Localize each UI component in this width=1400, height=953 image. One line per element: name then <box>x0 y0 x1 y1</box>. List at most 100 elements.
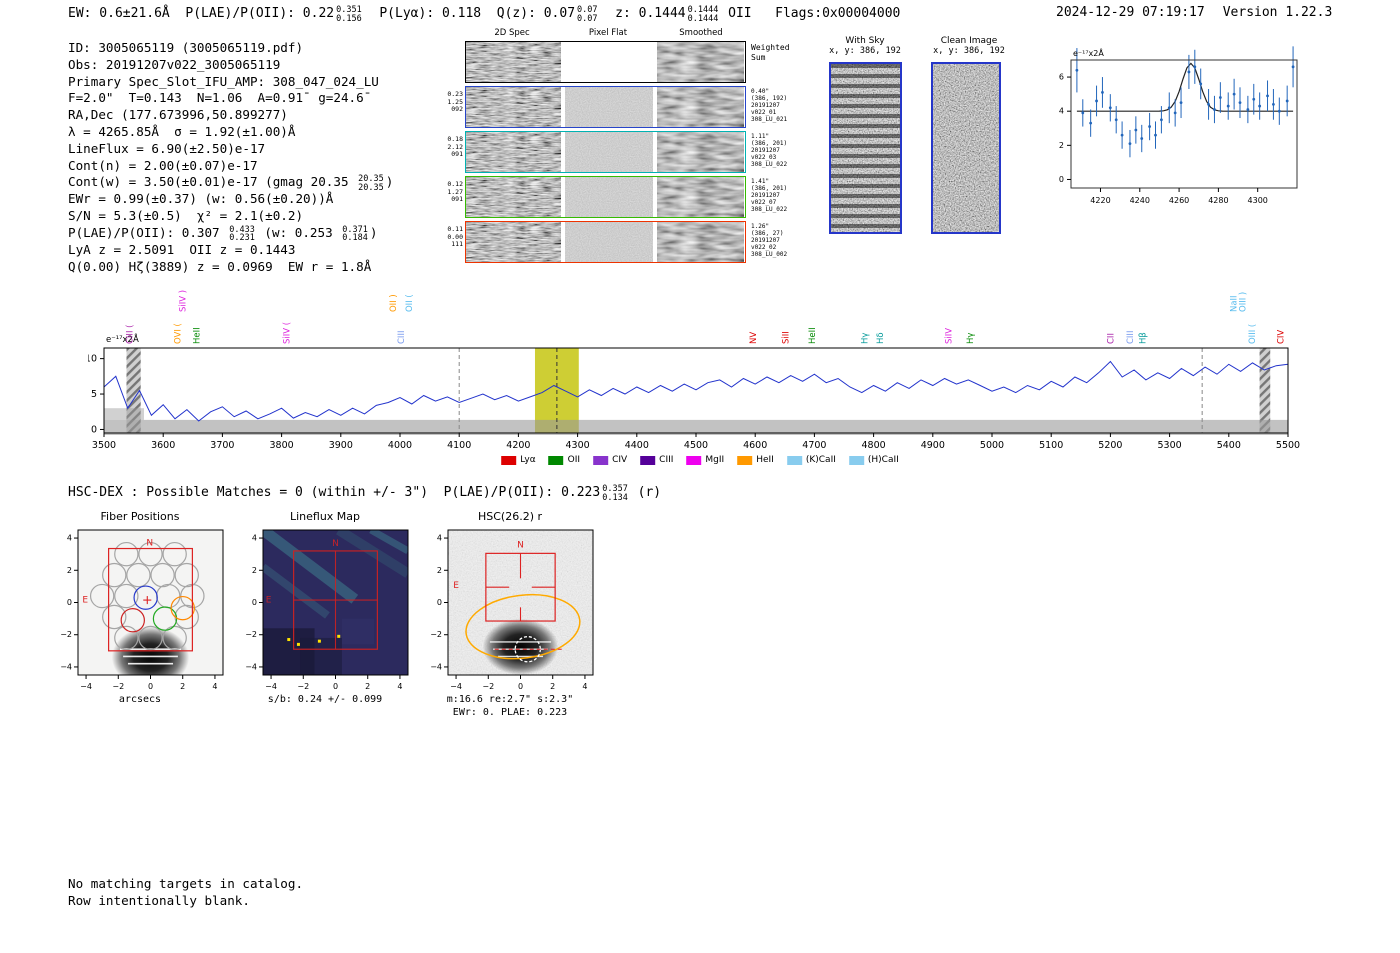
compass-north: N <box>332 539 339 549</box>
data-point <box>1227 105 1230 108</box>
legend-item: HeII <box>737 455 774 465</box>
svg-text:5300: 5300 <box>1158 440 1182 451</box>
fiber-marker-dot <box>297 643 300 646</box>
svg-text:4700: 4700 <box>802 440 826 451</box>
emission-line-label: OII ( <box>405 294 415 312</box>
cutout-column-header: 2D Spec <box>467 28 557 38</box>
data-point <box>1180 101 1183 104</box>
legend-label: CIV <box>612 455 627 465</box>
data-point <box>1174 112 1177 115</box>
svg-text:4: 4 <box>397 682 402 691</box>
svg-text:3900: 3900 <box>329 440 353 451</box>
lineflux-map-chart: NE−4−4−2−2002244 <box>235 524 415 696</box>
svg-text:5500: 5500 <box>1276 440 1300 451</box>
svg-text:−2: −2 <box>430 630 442 639</box>
cutout-grid: 2D SpecPixel FlatSmoothedWeightedSum0.23… <box>443 28 813 270</box>
emission-line-label: HeII <box>808 327 818 344</box>
compass-north: N <box>146 538 153 548</box>
svg-text:−4: −4 <box>245 662 257 671</box>
svg-text:5: 5 <box>91 389 97 400</box>
data-point <box>1213 108 1216 111</box>
cutout-row-right-label: 0.40"(386, 192)20191207v022_01308_LU_021 <box>751 88 806 123</box>
with-sky-coords: x, y: 386, 192 <box>818 46 912 56</box>
hsc-caption-1: m:16.6 re:2.7" s:2.3" <box>420 694 600 705</box>
svg-text:−4: −4 <box>450 682 462 691</box>
stacked-uncertainty: 0.3570.134 <box>602 485 628 502</box>
spectrum-line <box>104 362 1288 422</box>
data-point <box>1278 110 1281 113</box>
cutout-row <box>465 41 746 83</box>
fiber-positions-chart: NE−4−4−2−2002244 <box>50 524 230 696</box>
data-point <box>1188 71 1191 74</box>
data-point <box>1101 91 1104 94</box>
svg-text:4: 4 <box>437 534 442 543</box>
cutout-image <box>657 42 744 82</box>
emission-line-label: Hγ <box>966 333 976 344</box>
info-line: S/N = 5.3(±0.5) χ² = 2.1(±0.2) <box>68 208 393 225</box>
data-point <box>1239 101 1242 104</box>
gaussian-fit-line <box>1077 63 1293 111</box>
legend-swatch <box>849 456 864 465</box>
data-point <box>1109 106 1112 109</box>
svg-text:4400: 4400 <box>625 440 649 451</box>
svg-text:3600: 3600 <box>151 440 175 451</box>
svg-text:−4: −4 <box>430 662 442 671</box>
cutout-column-header: Smoothed <box>656 28 746 38</box>
svg-text:4: 4 <box>67 534 72 543</box>
emission-line-label: OVI ( <box>173 323 183 344</box>
with-sky-header: With Sky x, y: 386, 192 <box>818 36 912 56</box>
zoom-spectrum-chart: 422042404260428043000246e⁻¹⁷x2Å <box>1035 46 1315 218</box>
data-point <box>1258 105 1261 108</box>
cutout-row-left-values: 0.121.27091 <box>443 181 463 204</box>
data-point <box>1129 142 1132 145</box>
cutout-row-left-values: 0.231.25092 <box>443 91 463 114</box>
emission-line-label: OII ) <box>389 294 399 312</box>
svg-text:6: 6 <box>1059 73 1064 82</box>
svg-text:4800: 4800 <box>862 440 886 451</box>
svg-text:4100: 4100 <box>447 440 471 451</box>
emission-line-label: HeII <box>192 327 202 344</box>
svg-text:10: 10 <box>88 354 97 365</box>
svg-text:−2: −2 <box>297 682 309 691</box>
elixer-report-page: EW: 0.6±21.6Å P(LAE)/P(OII): 0.220.3510.… <box>0 0 1400 953</box>
cutout-row <box>465 176 746 218</box>
clean-image <box>931 62 1001 234</box>
compass-east: E <box>266 596 272 606</box>
legend-swatch <box>787 456 802 465</box>
info-line: RA,Dec (177.673996,50.899277) <box>68 107 393 124</box>
emission-line-label: CIII <box>1126 331 1136 344</box>
legend-label: OII <box>568 455 580 465</box>
svg-text:3700: 3700 <box>210 440 234 451</box>
info-line: EWr = 0.99(±0.37) (w: 0.56(±0.20))Å <box>68 191 393 208</box>
galaxy-blob <box>483 619 559 675</box>
svg-text:2: 2 <box>252 566 257 575</box>
svg-text:0: 0 <box>148 682 153 691</box>
cutout-image <box>565 222 653 262</box>
legend-item: MgII <box>686 455 724 465</box>
data-point <box>1160 118 1163 121</box>
sky-stripes <box>831 64 900 232</box>
footer-line-2: Row intentionally blank. <box>68 893 303 910</box>
svg-text:−2: −2 <box>245 630 257 639</box>
clean-image-title: Clean Image <box>922 36 1016 46</box>
footer-line-1: No matching targets in catalog. <box>68 876 303 893</box>
main-spectrum-chart: 3500360037003800390040004100420043004400… <box>88 268 1308 473</box>
svg-text:−2: −2 <box>482 682 494 691</box>
emission-line-label: SiIV <box>945 328 955 344</box>
data-point <box>1233 93 1236 96</box>
info-line: F=2.0" T=0.143 N=1.06 A=0.91̄ g=24.6̄ <box>68 90 393 107</box>
svg-text:4280: 4280 <box>1208 196 1228 205</box>
compass-east: E <box>453 581 459 591</box>
hsc-caption-2: EWr: 0. PLAE: 0.223 <box>420 707 600 718</box>
with-sky-image <box>829 62 902 234</box>
data-point <box>1148 125 1151 128</box>
svg-text:4500: 4500 <box>684 440 708 451</box>
legend-swatch <box>593 456 608 465</box>
legend-swatch <box>549 456 564 465</box>
lineflux-caption: s/b: 0.24 +/- 0.099 <box>235 694 415 705</box>
report-version: Version 1.22.3 <box>1223 5 1333 20</box>
svg-text:4240: 4240 <box>1130 196 1150 205</box>
svg-text:4: 4 <box>212 682 217 691</box>
emission-line-label: CII <box>1106 333 1116 344</box>
svg-text:2: 2 <box>1059 141 1064 150</box>
